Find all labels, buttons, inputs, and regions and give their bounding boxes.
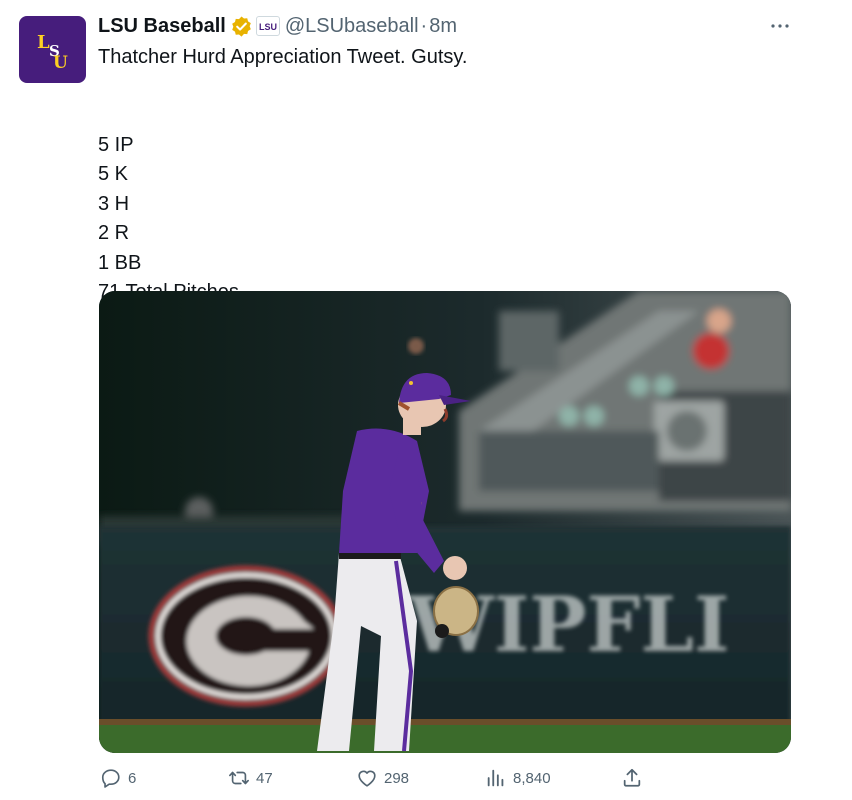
tweet-header: LSU Baseball LSU @LSUbaseball · 8m: [98, 12, 457, 40]
baseball: [408, 338, 424, 354]
tweet-photo[interactable]: WIPFLI 7: [99, 291, 791, 753]
verified-badge-icon: [230, 15, 253, 38]
retweet-button[interactable]: 47: [228, 766, 273, 790]
avatar[interactable]: L S U: [19, 16, 86, 83]
views-icon: [487, 769, 504, 787]
georgia-g-logo: [148, 565, 344, 707]
stat-line: 3 H: [98, 192, 130, 215]
like-count: 298: [384, 769, 410, 787]
tweet-text-line: Thatcher Hurd Appreciation Tweet. Gutsy.: [98, 46, 468, 68]
baseball-photo: WIPFLI 7: [99, 291, 791, 753]
tweet-text: Thatcher Hurd Appreciation Tweet. Gutsy.: [98, 43, 467, 73]
reply-count: 6: [128, 769, 137, 787]
more-icon[interactable]: [768, 14, 792, 38]
avatar-letter-u: U: [53, 53, 68, 72]
stat-list: 5 IP 5 K 3 H 2 R 1 BB 71 Total Pitches: [98, 101, 239, 308]
handle[interactable]: @LSUbaseball: [285, 15, 419, 38]
stat-line: 1 BB: [98, 251, 142, 274]
tweet: L S U LSU Baseball LSU @LSUbaseball · 8m: [0, 0, 852, 800]
retweet-count: 47: [256, 769, 273, 787]
share-button[interactable]: [621, 766, 643, 790]
stat-spacer: [98, 101, 239, 131]
stat-line: 5 IP: [98, 133, 134, 156]
affiliate-logo: LSU: [259, 22, 277, 32]
affiliate-badge[interactable]: LSU: [255, 16, 280, 36]
timestamp[interactable]: 8m: [429, 15, 457, 38]
stat-line: 5 K: [98, 163, 129, 185]
separator-dot: ·: [420, 14, 428, 37]
view-count: 8,840: [513, 769, 551, 787]
lsu-logo: L S U: [37, 32, 68, 72]
display-name[interactable]: LSU Baseball: [98, 15, 226, 38]
reply-button[interactable]: 6: [100, 766, 136, 790]
share-icon: [623, 768, 641, 787]
reply-icon: [101, 769, 120, 788]
retweet-icon: [229, 771, 249, 785]
svg-text:LSU: LSU: [259, 22, 277, 32]
stat-line: 2 R: [98, 222, 130, 244]
like-icon: [358, 770, 376, 787]
like-button[interactable]: 298: [356, 766, 409, 790]
views-button[interactable]: 8,840: [485, 766, 551, 790]
action-bar: 6 47 298 8,840: [0, 762, 852, 794]
